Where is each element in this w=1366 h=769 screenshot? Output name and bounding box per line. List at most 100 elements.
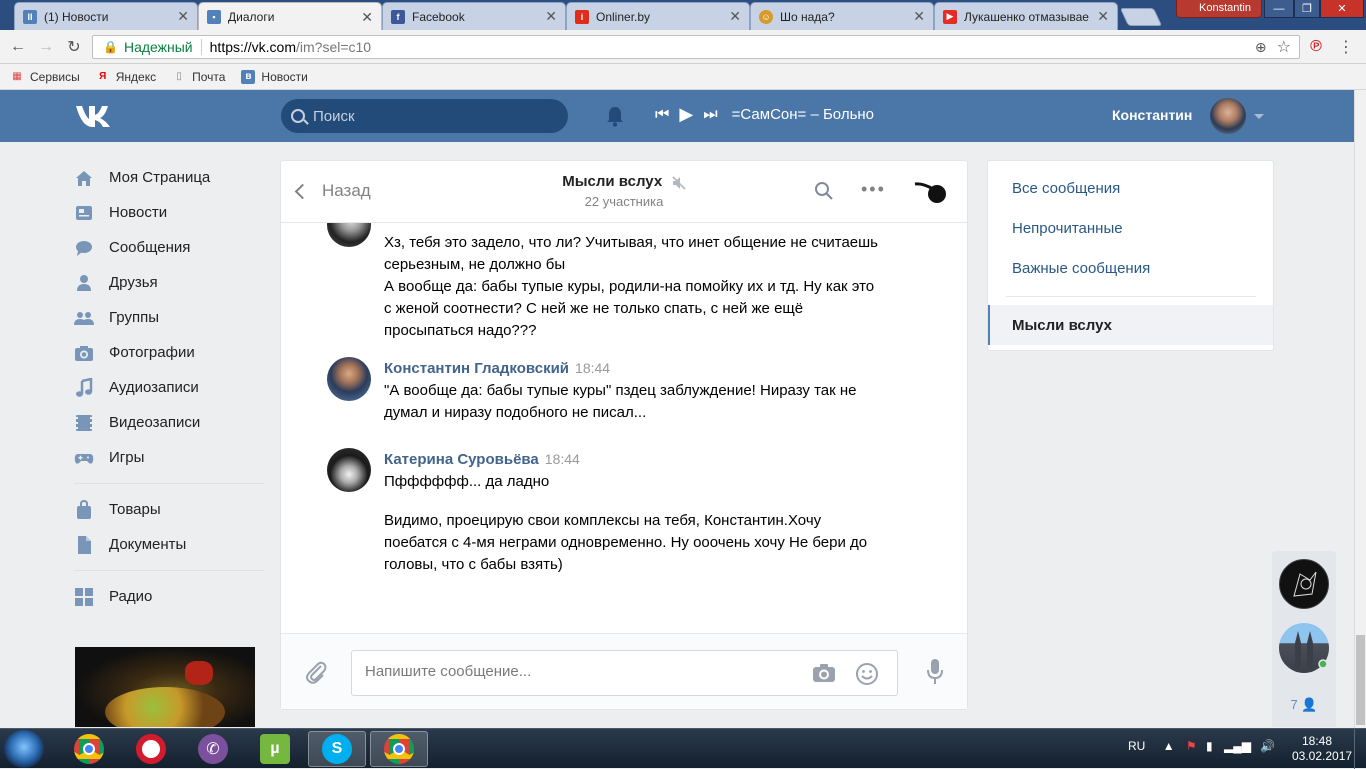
message-avatar[interactable] xyxy=(327,223,371,247)
tray-arrow-icon[interactable]: ▲ xyxy=(1163,739,1175,753)
taskbar-utorrent[interactable]: µ xyxy=(246,731,304,767)
address-bar[interactable]: 🔒 Надежный https://vk.com/im?sel=c10 ⊕ ☆ xyxy=(92,35,1300,59)
menu-item-audio[interactable]: Аудиозаписи xyxy=(74,370,264,405)
close-icon[interactable]: ✕ xyxy=(361,9,373,26)
tab-sho-nada[interactable]: ☺ Шо нада? ✕ xyxy=(750,2,934,30)
menu-item-documents[interactable]: Документы xyxy=(74,527,264,562)
vk-logo[interactable] xyxy=(74,103,116,136)
profile-button[interactable]: Konstantin xyxy=(1176,0,1262,18)
chat-title[interactable]: Мысли вслух xyxy=(562,173,662,190)
chevron-down-icon[interactable] xyxy=(1254,114,1264,119)
message-text: А вообще да: бабы тупые куры, родили-на … xyxy=(384,278,875,339)
message-avatar[interactable] xyxy=(327,448,371,492)
bookmark-yandex[interactable]: Я Яндекс xyxy=(96,70,156,84)
star-icon[interactable]: ☆ xyxy=(1277,37,1291,57)
menu-item-groups[interactable]: Группы xyxy=(74,300,264,335)
language-indicator[interactable]: RU xyxy=(1128,739,1145,753)
filter-important[interactable]: Важные сообщения xyxy=(1012,260,1150,277)
tab-dialogs[interactable]: ▪ Диалоги ✕ xyxy=(198,2,382,31)
close-icon[interactable]: ✕ xyxy=(1097,8,1109,25)
message-time[interactable]: 18:44 xyxy=(545,451,580,467)
camera-icon[interactable] xyxy=(812,663,836,683)
ad-banner-image[interactable] xyxy=(75,647,255,727)
menu-item-video[interactable]: Видеозаписи xyxy=(74,405,264,440)
clock-time: 18:48 xyxy=(1301,734,1333,748)
reload-icon[interactable]: ↻ xyxy=(64,37,84,57)
search-box[interactable]: Поиск xyxy=(281,99,568,133)
close-icon[interactable]: ✕ xyxy=(177,8,189,25)
taskbar-clock[interactable]: 18:48 03.02.2017 xyxy=(1292,734,1352,764)
message-author[interactable]: Катерина Суровьёва xyxy=(384,451,539,468)
close-window-button[interactable]: ✕ xyxy=(1320,0,1364,18)
taskbar-chrome[interactable] xyxy=(60,731,118,767)
pinterest-icon[interactable]: ℗ xyxy=(1306,37,1326,57)
mini-chat-avatar[interactable] xyxy=(1279,559,1329,609)
maximize-button[interactable]: ❐ xyxy=(1294,0,1320,18)
start-button[interactable] xyxy=(4,730,44,768)
message-author[interactable]: Константин Гладковский xyxy=(384,360,569,377)
user-name[interactable]: Константин xyxy=(1112,107,1192,123)
menu-item-goods[interactable]: Товары xyxy=(74,492,264,527)
message-time[interactable]: 18:44 xyxy=(575,360,610,376)
menu-label: Радио xyxy=(109,588,153,605)
menu-item-photos[interactable]: Фотографии xyxy=(74,335,264,370)
menu-icon[interactable]: ⋮ xyxy=(1336,37,1356,57)
browser-toolbar: ← → ↻ 🔒 Надежный https://vk.com/im?sel=c… xyxy=(0,30,1366,64)
menu-item-radio[interactable]: Радио xyxy=(74,579,264,614)
filter-all-messages[interactable]: Все сообщения xyxy=(1012,180,1120,197)
page-scrollbar[interactable] xyxy=(1354,90,1366,728)
signal-icon[interactable]: ▂▄▆ xyxy=(1224,739,1251,753)
play-icon[interactable]: ▶ xyxy=(679,104,693,125)
tab-facebook[interactable]: f Facebook ✕ xyxy=(382,2,566,30)
taskbar-opera[interactable] xyxy=(122,731,180,767)
taskbar-viber[interactable]: ✆ xyxy=(184,731,242,767)
menu-item-messages[interactable]: Сообщения xyxy=(74,230,264,265)
minimize-button[interactable]: — xyxy=(1264,0,1294,18)
new-tab-button[interactable] xyxy=(1119,8,1163,26)
filter-current-chat[interactable]: Мысли вслух xyxy=(988,305,1273,345)
menu-item-friends[interactable]: Друзья xyxy=(74,265,264,300)
message-input[interactable] xyxy=(365,663,795,680)
bookmark-services[interactable]: ▦ Сервисы xyxy=(10,70,79,84)
bookmark-label: Яндекс xyxy=(115,69,157,84)
tab-news[interactable]: II (1) Новости ✕ xyxy=(14,2,198,30)
more-icon[interactable]: ••• xyxy=(861,180,886,198)
menu-item-my-page[interactable]: Моя Страница xyxy=(74,160,264,195)
back-arrow-icon[interactable]: ← xyxy=(8,37,28,57)
track-title[interactable]: =СамСон= – Больно xyxy=(732,106,874,123)
taskbar-chrome-active[interactable] xyxy=(370,731,428,767)
search-icon[interactable] xyxy=(814,181,834,201)
taskbar-skype[interactable]: S xyxy=(308,731,366,767)
message-input-box[interactable] xyxy=(351,650,898,696)
muted-speaker-icon xyxy=(672,175,686,190)
bookmark-news[interactable]: в Новости xyxy=(241,69,308,84)
yandex-icon: Я xyxy=(99,71,107,82)
tab-youtube[interactable]: ▶ Лукашенко отмазывае ✕ xyxy=(934,2,1118,30)
previous-track-icon[interactable]: ⏮ xyxy=(655,106,669,124)
paperclip-icon[interactable] xyxy=(303,659,329,685)
mini-chats-count[interactable]: 7 👤 xyxy=(1272,697,1336,713)
show-desktop-button[interactable] xyxy=(1354,729,1366,769)
bookmark-mail[interactable]: ▯ Почта xyxy=(172,70,225,84)
message-avatar[interactable] xyxy=(327,357,371,401)
zoom-icon[interactable]: ⊕ xyxy=(1255,39,1267,56)
filter-unread[interactable]: Непрочитанные xyxy=(1012,220,1123,237)
user-avatar[interactable] xyxy=(1210,98,1246,134)
forward-arrow-icon[interactable]: → xyxy=(36,37,56,57)
menu-item-games[interactable]: Игры xyxy=(74,440,264,475)
mini-chat-avatar[interactable] xyxy=(1279,623,1329,673)
emoji-icon[interactable] xyxy=(855,662,879,686)
close-icon[interactable]: ✕ xyxy=(545,8,557,25)
close-icon[interactable]: ✕ xyxy=(913,8,925,25)
chat-avatar[interactable] xyxy=(913,179,949,205)
microphone-icon[interactable] xyxy=(925,658,945,686)
menu-item-news[interactable]: Новости xyxy=(74,195,264,230)
close-icon[interactable]: ✕ xyxy=(729,8,741,25)
volume-icon[interactable]: 🔊 xyxy=(1260,739,1275,753)
battery-icon[interactable]: ▮ xyxy=(1206,739,1213,753)
tab-onliner[interactable]: i Onliner.by ✕ xyxy=(566,2,750,30)
scrollbar-thumb[interactable] xyxy=(1356,635,1365,725)
bell-icon[interactable] xyxy=(605,105,625,127)
next-track-icon[interactable]: ⏭ xyxy=(703,106,717,124)
network-alert-icon[interactable]: ⚑ xyxy=(1186,739,1197,753)
